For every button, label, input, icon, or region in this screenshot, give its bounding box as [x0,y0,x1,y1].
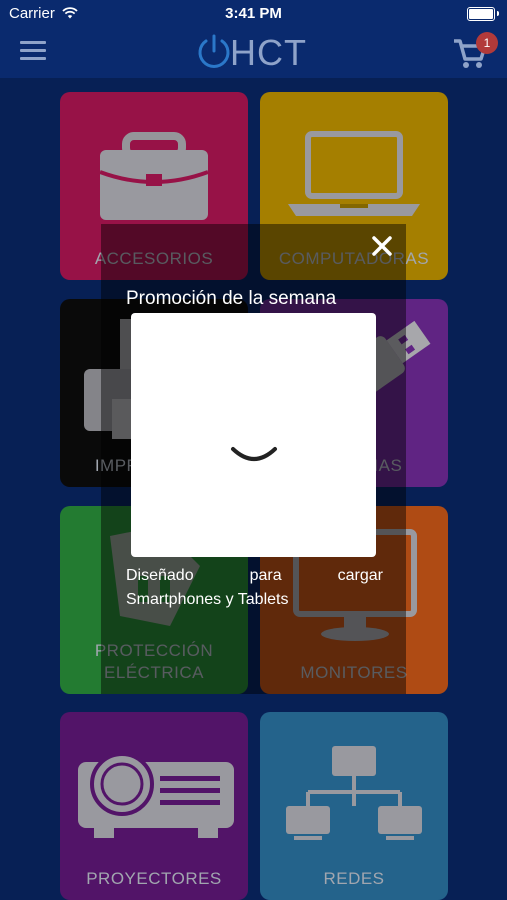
hamburger-menu-icon[interactable] [20,41,46,61]
close-icon[interactable] [369,233,395,259]
promo-description: Diseñado para cargar Smartphones y Table… [126,564,383,612]
cart-count-badge: 1 [476,32,498,54]
promo-title: Promoción de la semana [126,288,337,309]
clock: 3:41 PM [225,5,282,22]
desc-word: para [249,567,282,584]
logo-text: HCT [230,32,307,73]
app-header: HCT 1 [0,28,507,78]
status-bar: Carrier 3:41 PM [0,0,507,28]
desc-line-2: Smartphones y Tablets [126,591,289,608]
desc-word: cargar [337,567,383,584]
desc-word: Diseñado [126,567,194,584]
loading-spinner-icon [231,447,277,461]
battery-icon [467,7,499,21]
power-icon [198,34,230,68]
promo-image-frame [131,313,376,557]
